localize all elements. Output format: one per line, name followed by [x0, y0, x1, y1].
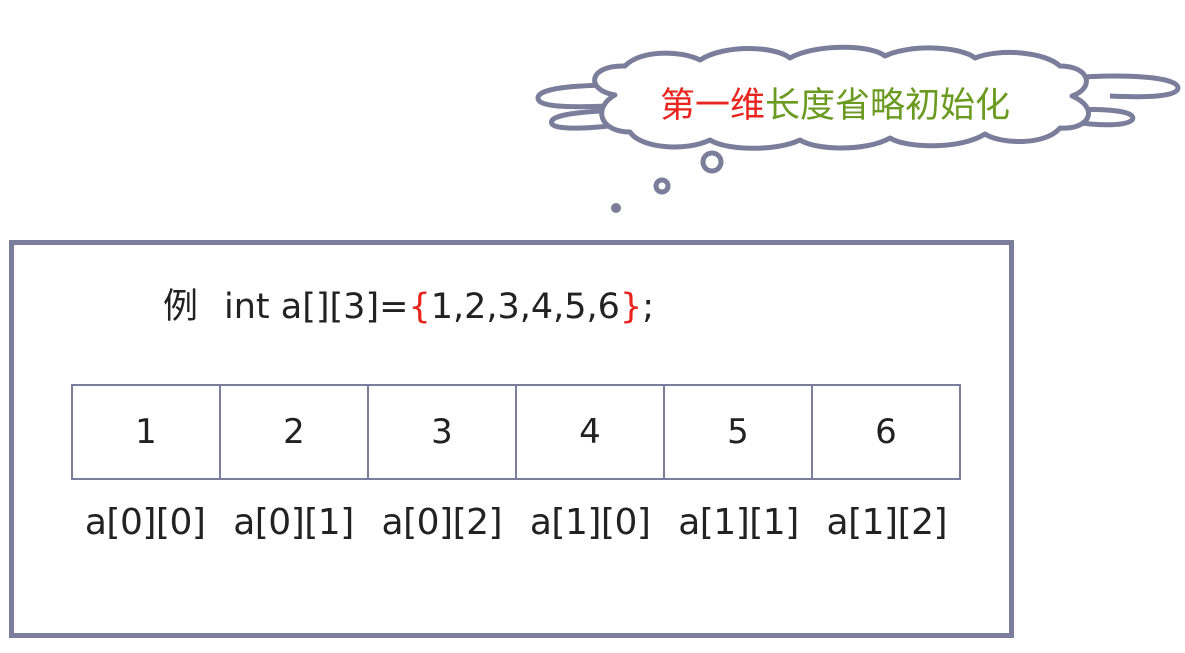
code-line: 例 int a[][3]={1,2,3,4,5,6}; — [163, 278, 654, 329]
index-labels: a[0][0] a[0][1] a[0][2] a[1][0] a[1][1] … — [71, 492, 961, 552]
index-label: a[0][0] — [84, 501, 206, 543]
code-prefix: int a[][3]= — [224, 287, 409, 327]
thought-bubble-small — [611, 203, 621, 213]
code-suffix: ; — [642, 287, 655, 327]
thought-bubble-medium — [653, 177, 671, 195]
array-cell: 6 — [875, 412, 897, 452]
array-cell: 1 — [73, 386, 221, 478]
cloud-title-part2: 长度省略初始化 — [765, 85, 1011, 126]
array-cell: 5 — [665, 386, 813, 478]
example-label: 例 — [163, 287, 199, 327]
code-values: 1,2,3,4,5,6 — [430, 287, 620, 327]
array-cell: 3 — [369, 386, 517, 478]
cloud-title-part1: 第一维 — [659, 85, 765, 126]
index-label: a[1][2] — [826, 501, 948, 543]
array-cell: 2 — [221, 386, 369, 478]
index-label: a[0][2] — [381, 501, 503, 543]
brace-close: } — [619, 287, 643, 327]
array-cell: 4 — [517, 386, 665, 478]
cloud-title: 第一维 长度省略初始化 — [600, 72, 1070, 132]
index-label: a[1][1] — [678, 501, 799, 543]
brace-open: { — [408, 287, 431, 327]
index-label: a[1][0] — [529, 501, 651, 543]
thought-bubble-large — [700, 150, 724, 174]
array-cells: 1 2 3 4 5 6 — [71, 384, 961, 480]
index-label: a[0][1] — [233, 501, 354, 543]
